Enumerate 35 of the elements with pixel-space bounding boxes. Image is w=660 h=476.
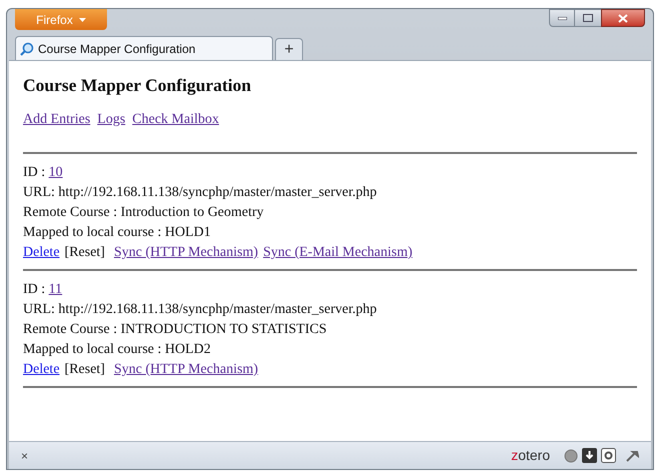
reset-text: [Reset] xyxy=(64,361,105,379)
entry-detail: URL: http://192.168.11.138/syncphp/master/master_server.php xyxy=(23,301,378,319)
link[interactable]: Logs xyxy=(97,110,126,130)
entry-detail: URL: http://192.168.11.138/syncphp/master/master_server.php xyxy=(23,184,378,202)
download-icon[interactable] xyxy=(582,448,597,463)
link[interactable]: Sync (HTTP Mechanism) xyxy=(114,360,258,380)
circle-icon[interactable] xyxy=(564,448,578,462)
close-button[interactable] xyxy=(601,9,645,27)
link[interactable]: Check Mailbox xyxy=(132,110,219,130)
minimize-button[interactable] xyxy=(549,9,575,27)
entry-detail: Mapped to local course : HOLD2 xyxy=(23,341,212,359)
maximize-icon xyxy=(583,14,593,22)
link[interactable]: 11 xyxy=(48,280,62,300)
browser-tab[interactable]: Course Mapper Configuration xyxy=(15,36,273,60)
zotero-logo[interactable]: zotero xyxy=(511,445,550,466)
entry-detail: Remote Course : Introduction to Geometry xyxy=(23,204,265,222)
entry-detail: Mapped to local course : HOLD1 xyxy=(23,224,212,242)
link[interactable]: Delete xyxy=(23,243,60,263)
reset-text: [Reset] xyxy=(64,244,105,262)
close-icon xyxy=(618,14,628,22)
caret-icon xyxy=(78,18,86,22)
link[interactable]: Delete xyxy=(23,360,60,380)
link[interactable]: Sync (HTTP Mechanism) xyxy=(114,243,258,263)
close-bar-button[interactable]: × xyxy=(21,446,28,464)
id-label: ID : xyxy=(23,164,46,182)
entry-detail: Remote Course : INTRODUCTION TO STATISTICS xyxy=(23,321,328,339)
link[interactable]: Sync (E-Mail Mechanism) xyxy=(263,243,412,263)
new-tab-button[interactable]: + xyxy=(275,38,303,60)
page-heading: Course Mapper Configuration xyxy=(23,74,252,97)
id-label: ID : xyxy=(23,281,46,299)
maximize-button[interactable] xyxy=(575,9,601,27)
minimize-icon xyxy=(558,16,566,20)
link[interactable]: 10 xyxy=(48,163,63,183)
link[interactable]: Add Entries xyxy=(23,110,90,130)
search-icon xyxy=(20,42,34,56)
